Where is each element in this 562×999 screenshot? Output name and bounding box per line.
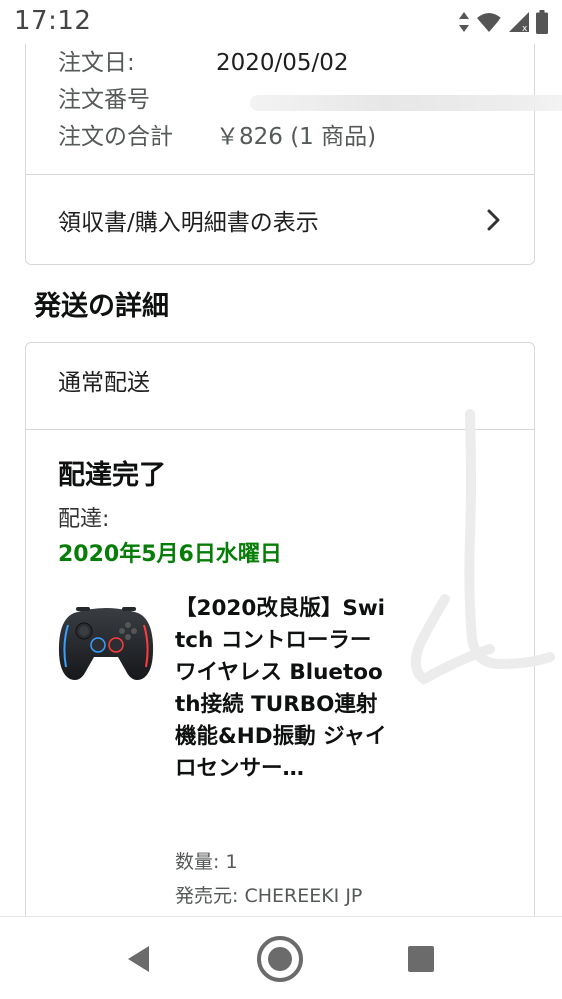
product-title-link[interactable]: 【2020改良版】Switch コントローラー ワイヤレス Bluetooth接…	[175, 593, 393, 785]
status-time: 17:12	[14, 6, 92, 36]
cellular-signal-icon: x	[508, 11, 530, 33]
order-summary-card: 注文日: 2020/05/02 注文番号 注文の合計 ￥826 (1 商品) 領収書…	[25, 44, 562, 265]
page-content: 注文日: 2020/05/02 注文番号 注文の合計 ￥826 (1 商品) 領収書…	[0, 44, 562, 916]
triangle-back-icon	[128, 946, 149, 972]
delivery-date: 2020年5月6日水曜日	[58, 542, 282, 567]
status-bar: 17:12 4 x	[0, 0, 562, 44]
square-recent-icon	[408, 946, 434, 972]
order-total-row: 注文の合計 ￥826 (1 商品)	[58, 119, 376, 156]
order-number-row: 注文番号	[58, 82, 562, 119]
product-quantity: 数量: 1	[175, 851, 238, 873]
wifi-badge: 4	[497, 16, 504, 27]
nav-back-button[interactable]	[115, 935, 163, 983]
order-number-label: 注文番号	[58, 87, 150, 113]
order-total-label: 注文の合計	[58, 124, 173, 150]
order-summary-rows: 注文日: 2020/05/02 注文番号 注文の合計 ￥826 (1 商品)	[58, 45, 562, 156]
delivery-status: 配達完了	[58, 460, 166, 491]
order-date-row: 注文日: 2020/05/02	[58, 45, 376, 82]
circle-home-icon	[257, 936, 303, 982]
order-number-redaction	[250, 95, 562, 111]
navigation-bar	[0, 916, 562, 999]
card-divider	[26, 429, 534, 430]
order-total-value: ￥826 (1 商品)	[216, 124, 377, 150]
receipt-link[interactable]: 領収書/購入明細書の表示	[26, 175, 534, 265]
chevron-right-icon	[486, 208, 502, 236]
product-image[interactable]	[56, 595, 156, 690]
receipt-link-label: 領収書/購入明細書の表示	[58, 210, 319, 236]
status-icons: 4 x	[458, 10, 548, 34]
shipping-method: 通常配送	[58, 370, 150, 396]
data-transfer-icon	[458, 11, 470, 33]
shipping-card: 通常配送 配達完了 配達: 2020年5月6日水曜日 【2020改良版】Swit…	[25, 342, 535, 916]
delivery-label: 配達:	[58, 507, 110, 532]
svg-text:x: x	[522, 24, 528, 33]
wifi-icon: 4	[476, 11, 504, 33]
nav-home-button[interactable]	[256, 935, 304, 983]
game-controller-icon	[58, 607, 154, 680]
product-seller: 発売元: CHEREEKI JP	[175, 885, 363, 907]
nav-recent-apps-button[interactable]	[397, 935, 445, 983]
order-date-label: 注文日:	[58, 50, 135, 76]
order-date-value: 2020/05/02	[216, 50, 349, 76]
shipping-details-heading: 発送の詳細	[34, 291, 169, 322]
battery-icon	[536, 10, 548, 34]
